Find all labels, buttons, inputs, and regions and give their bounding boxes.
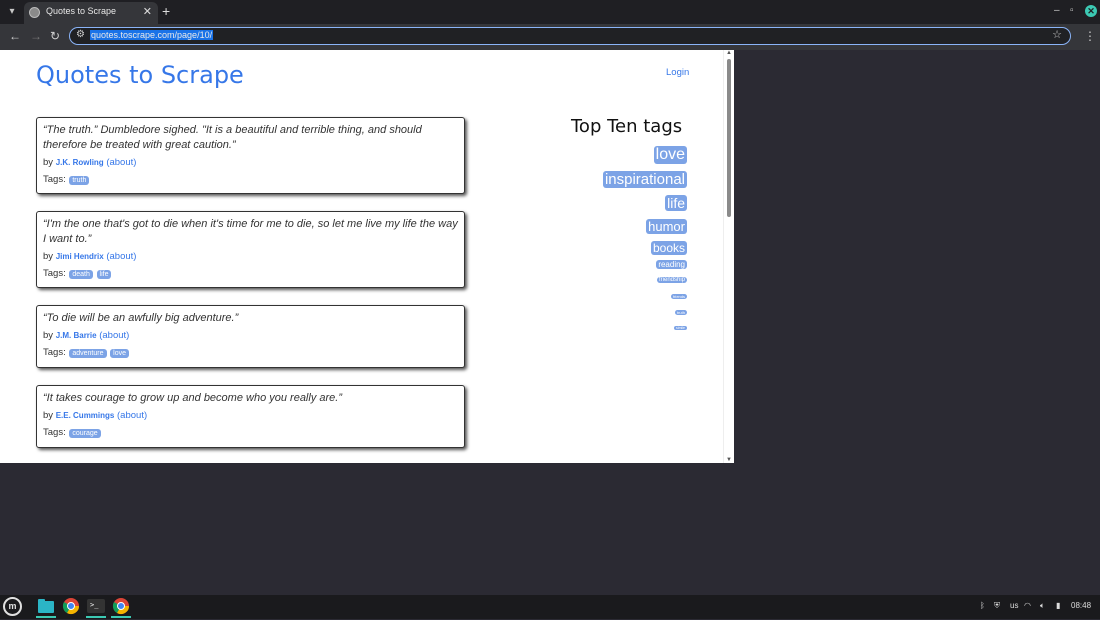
chrome-active-icon[interactable]: [111, 597, 131, 618]
tag-link[interactable]: love: [110, 349, 129, 358]
tag-link[interactable]: adventure: [69, 349, 107, 358]
browser-tab[interactable]: Quotes to Scrape ✕: [24, 2, 158, 24]
about-link[interactable]: (about): [106, 157, 136, 168]
quote-text: “It takes courage to grow up and become …: [43, 392, 342, 404]
about-link[interactable]: (about): [99, 330, 129, 341]
volume-icon[interactable]: 🔈︎: [1040, 601, 1045, 611]
tag-link[interactable]: life: [96, 270, 112, 279]
top-tag-link[interactable]: humor: [646, 219, 687, 234]
back-arrow-icon[interactable]: ←: [9, 29, 21, 43]
author-name: Jimi Hendrix: [55, 252, 104, 261]
address-bar[interactable]: ⚙ quotes.toscrape.com/page/10/ ☆: [69, 27, 1071, 45]
svg-text:>_: >_: [90, 601, 99, 609]
start-menu-icon[interactable]: m: [3, 597, 22, 616]
window-close-icon[interactable]: ✕: [1085, 5, 1097, 17]
terminal-icon[interactable]: >_: [86, 597, 106, 618]
scroll-thumb[interactable]: [727, 59, 731, 217]
quote-card: “I'm the one that's got to die when it's…: [36, 211, 465, 288]
top-tag-link[interactable]: friends: [670, 294, 687, 299]
quote-text: “I'm the one that's got to die when it's…: [43, 218, 458, 245]
tag-link[interactable]: courage: [69, 429, 101, 438]
tab-title: Quotes to Scrape: [46, 6, 117, 16]
tag-link[interactable]: death: [69, 270, 93, 279]
quote-card: “It takes courage to grow up and become …: [36, 385, 465, 448]
about-link[interactable]: (about): [117, 410, 147, 421]
forward-arrow-icon[interactable]: →: [30, 29, 42, 43]
chrome-icon[interactable]: [61, 597, 81, 615]
top-tag-link[interactable]: truth: [674, 310, 687, 315]
wifi-icon[interactable]: ◠: [1024, 601, 1031, 610]
author-name: J.K. Rowling: [55, 158, 104, 167]
quote-byline: by Jimi Hendrix (about): [43, 251, 137, 262]
top-tag-link[interactable]: books: [650, 241, 687, 255]
tab-search-chevron-icon[interactable]: ▾: [4, 4, 20, 20]
quote-tags: Tags: adventure love: [43, 347, 458, 358]
author-name: E.E. Cummings: [55, 411, 115, 420]
site-title-link[interactable]: Quotes to Scrape: [36, 61, 244, 89]
battery-icon[interactable]: ▮: [1056, 601, 1060, 610]
tab-strip: ▾ Quotes to Scrape ✕ + – ▫ ✕: [0, 0, 1100, 24]
taskbar: m >_ ᛒ ⛨ us ◠ 🔈︎ ▮ 08:48: [0, 595, 1100, 619]
clock[interactable]: 08:48: [1071, 601, 1091, 610]
author-name: J.M. Barrie: [55, 331, 97, 340]
top-tags-heading: Top Ten tags: [571, 116, 683, 137]
top-tag-link[interactable]: friendship: [656, 277, 687, 283]
scroll-up-icon[interactable]: ▲: [726, 50, 732, 56]
restore-icon[interactable]: ▫: [1070, 5, 1074, 16]
minimize-icon[interactable]: –: [1054, 5, 1060, 16]
quote-byline: by J.K. Rowling (about): [43, 157, 137, 168]
quote-card: “The truth.” Dumbledore sighed. "It is a…: [36, 117, 465, 194]
site-info-icon[interactable]: ⚙: [76, 29, 85, 40]
tab-close-icon[interactable]: ✕: [143, 5, 152, 18]
tag-link[interactable]: truth: [69, 176, 90, 185]
url-text[interactable]: quotes.toscrape.com/page/10/: [90, 30, 214, 40]
reload-icon[interactable]: ↻: [50, 29, 60, 43]
quote-text: “The truth.” Dumbledore sighed. "It is a…: [43, 124, 422, 151]
top-tag-link[interactable]: life: [665, 195, 687, 211]
login-link[interactable]: Login: [666, 67, 689, 78]
shield-update-icon[interactable]: ⛨: [994, 601, 1000, 611]
quote-card: “To die will be an awfully big adventure…: [36, 305, 465, 368]
browser-toolbar: ← → ↻ ⚙ quotes.toscrape.com/page/10/ ☆ ⋮: [0, 24, 1100, 50]
top-tag-link[interactable]: simile: [674, 326, 687, 330]
top-tag-link[interactable]: love: [653, 146, 687, 164]
scroll-down-icon[interactable]: ▼: [726, 457, 732, 463]
files-folder-icon[interactable]: [36, 597, 56, 618]
quote-tags: Tags: courage: [43, 427, 458, 438]
quote-text: “To die will be an awfully big adventure…: [43, 312, 239, 324]
bluetooth-icon[interactable]: ᛒ: [980, 601, 985, 610]
bookmark-star-icon[interactable]: ☆: [1052, 28, 1062, 41]
page-viewport: Quotes to Scrape Login “The truth.” Dumb…: [0, 50, 734, 463]
top-tag-link[interactable]: inspirational: [602, 171, 687, 188]
quote-tags: Tags: truth: [43, 174, 458, 185]
quote-byline: by E.E. Cummings (about): [43, 410, 148, 421]
quote-tags: Tags: death life: [43, 268, 458, 279]
keyboard-layout[interactable]: us: [1010, 601, 1018, 610]
top-tag-link[interactable]: reading: [656, 260, 687, 269]
globe-icon: [29, 7, 40, 18]
about-link[interactable]: (about): [106, 251, 136, 262]
page-scrollbar[interactable]: ▲ ▼: [723, 50, 734, 463]
quote-byline: by J.M. Barrie (about): [43, 330, 130, 341]
new-tab-plus-icon[interactable]: +: [162, 3, 170, 19]
browser-menu-icon[interactable]: ⋮: [1084, 29, 1096, 43]
